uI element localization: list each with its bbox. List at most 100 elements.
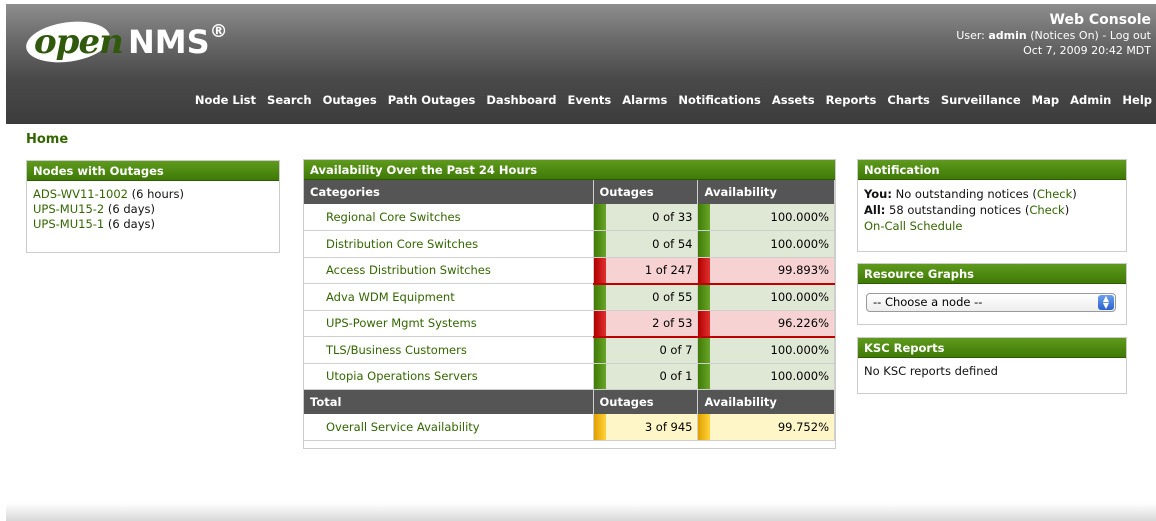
status-bar-icon [698,231,711,257]
console-title: Web Console [1049,12,1151,28]
header-bar: open NMS® Web Console User: admin (Notic… [6,4,1156,124]
availability-panel: Availability Over the Past 24 Hours Cate… [303,159,836,449]
availability-cell: 99.752% [697,413,835,441]
category-link[interactable]: Regional Core Switches [304,204,594,231]
nodes-with-outages-panel: Nodes with Outages ADS-WV11-1002 (6 hour… [26,160,280,253]
user-name: admin [988,29,1027,42]
status-bar-icon [698,363,711,389]
table-row: Adva WDM Equipment 0 of 55 100.000% [304,283,835,311]
availability-cell: 96.226% [697,310,835,338]
status-bar-icon [593,257,606,283]
outages-cell: 0 of 55 [593,283,699,311]
breadcrumb: Home [26,132,69,147]
logo-registered-mark: ® [209,21,228,42]
logo-open-text: open [34,22,124,62]
node-link[interactable]: UPS-MU15-2 [33,202,104,216]
availability-cell: 100.000% [697,336,835,364]
notices-status[interactable]: (Notices On) [1030,29,1099,42]
nav-surveillance[interactable]: Surveillance [941,93,1021,107]
availability-cell: 100.000% [697,363,835,390]
oncall-schedule-link[interactable]: On-Call Schedule [864,218,1120,234]
table-row-total: Overall Service Availability 3 of 945 99… [304,413,835,441]
nav-admin[interactable]: Admin [1070,93,1111,107]
select-arrows-icon: ▲ ▼ [1098,295,1114,310]
nav-reports[interactable]: Reports [826,93,877,107]
availability-cell: 100.000% [697,204,835,231]
category-link[interactable]: Access Distribution Switches [304,257,594,284]
category-link[interactable]: Distribution Core Switches [304,230,594,258]
col-header-categories: Categories [304,180,594,204]
panel-title: Resource Graphs [858,264,1126,284]
overall-availability-link[interactable]: Overall Service Availability [304,413,594,441]
panel-title: Notification [858,160,1126,180]
table-row: Utopia Operations Servers 0 of 1 100.000… [304,363,835,390]
category-link[interactable]: TLS/Business Customers [304,336,594,364]
node-select[interactable]: -- Choose a node -- ▲ ▼ [866,293,1116,312]
nav-search[interactable]: Search [267,93,312,107]
status-bar-icon [593,231,606,257]
list-item: UPS-MU15-2 (6 days) [33,202,155,216]
check-link[interactable]: Check [1029,203,1064,217]
panel-title: Availability Over the Past 24 Hours [304,160,835,180]
nav-outages[interactable]: Outages [323,93,377,107]
status-bar-icon [698,284,711,310]
outages-cell: 0 of 7 [593,336,699,364]
ksc-reports-panel: KSC Reports No KSC reports defined [857,337,1127,394]
col-header-total: Total [304,389,594,414]
outages-cell: 0 of 54 [593,230,699,258]
table-row: Regional Core Switches 0 of 33 100.000% [304,204,835,231]
node-link[interactable]: ADS-WV11-1002 [33,187,128,201]
status-bar-icon [593,204,606,230]
nav-help[interactable]: Help [1122,93,1152,107]
outages-cell: 0 of 1 [593,363,699,390]
outages-cell: 3 of 945 [593,413,699,441]
datetime: Oct 7, 2009 20:42 MDT [1023,44,1151,57]
category-link[interactable]: UPS-Power Mgmt Systems [304,310,594,337]
resource-graphs-panel: Resource Graphs -- Choose a node -- ▲ ▼ [857,263,1127,325]
outages-cell: 0 of 33 [593,204,699,231]
logo-nms-text: NMS® [128,21,228,61]
user-line: User: admin (Notices On) - Log out [956,29,1151,42]
category-link[interactable]: Utopia Operations Servers [304,363,594,390]
main-nav: Node List Search Outages Path Outages Da… [195,93,1152,107]
panel-title: KSC Reports [858,338,1126,358]
nav-charts[interactable]: Charts [887,93,929,107]
nav-events[interactable]: Events [568,93,612,107]
nav-assets[interactable]: Assets [772,93,815,107]
nav-dashboard[interactable]: Dashboard [486,93,556,107]
nav-alarms[interactable]: Alarms [622,93,667,107]
list-item: ADS-WV11-1002 (6 hours) [33,187,184,201]
outages-cell: 1 of 247 [593,257,699,285]
check-link[interactable]: Check [1037,187,1072,201]
status-bar-icon [698,413,711,440]
notification-panel: Notification You: No outstanding notices… [857,159,1127,252]
table-row: Distribution Core Switches 0 of 54 100.0… [304,230,835,258]
nav-path-outages[interactable]: Path Outages [388,93,476,107]
col-header-outages: Outages [593,180,699,204]
list-item: UPS-MU15-1 (6 days) [33,217,155,231]
status-bar-icon [593,310,606,336]
status-bar-icon [698,337,711,363]
col-header-availability: Availability [697,389,835,414]
you-notices: You: No outstanding notices (Check) [864,187,1077,201]
table-row: TLS/Business Customers 0 of 7 100.000% [304,336,835,364]
nav-notifications[interactable]: Notifications [678,93,760,107]
nav-node-list[interactable]: Node List [195,93,256,107]
logout-link[interactable]: Log out [1110,29,1151,42]
availability-cell: 100.000% [697,283,835,311]
col-header-availability: Availability [697,180,835,204]
status-bar-icon [593,363,606,389]
status-bar-icon [593,413,606,440]
status-bar-icon [593,284,606,310]
nav-map[interactable]: Map [1032,93,1059,107]
console-info: Web Console User: admin (Notices On) - L… [956,12,1151,58]
ksc-message: No KSC reports defined [864,364,998,378]
availability-table: Categories Outages Availability Regional… [304,180,835,441]
status-bar-icon [698,204,711,230]
availability-cell: 99.893% [697,257,835,285]
category-link[interactable]: Adva WDM Equipment [304,283,594,311]
node-link[interactable]: UPS-MU15-1 [33,217,104,231]
footer-bar [6,503,1156,521]
panel-title: Nodes with Outages [27,161,279,181]
table-row: Access Distribution Switches 1 of 247 99… [304,257,835,285]
